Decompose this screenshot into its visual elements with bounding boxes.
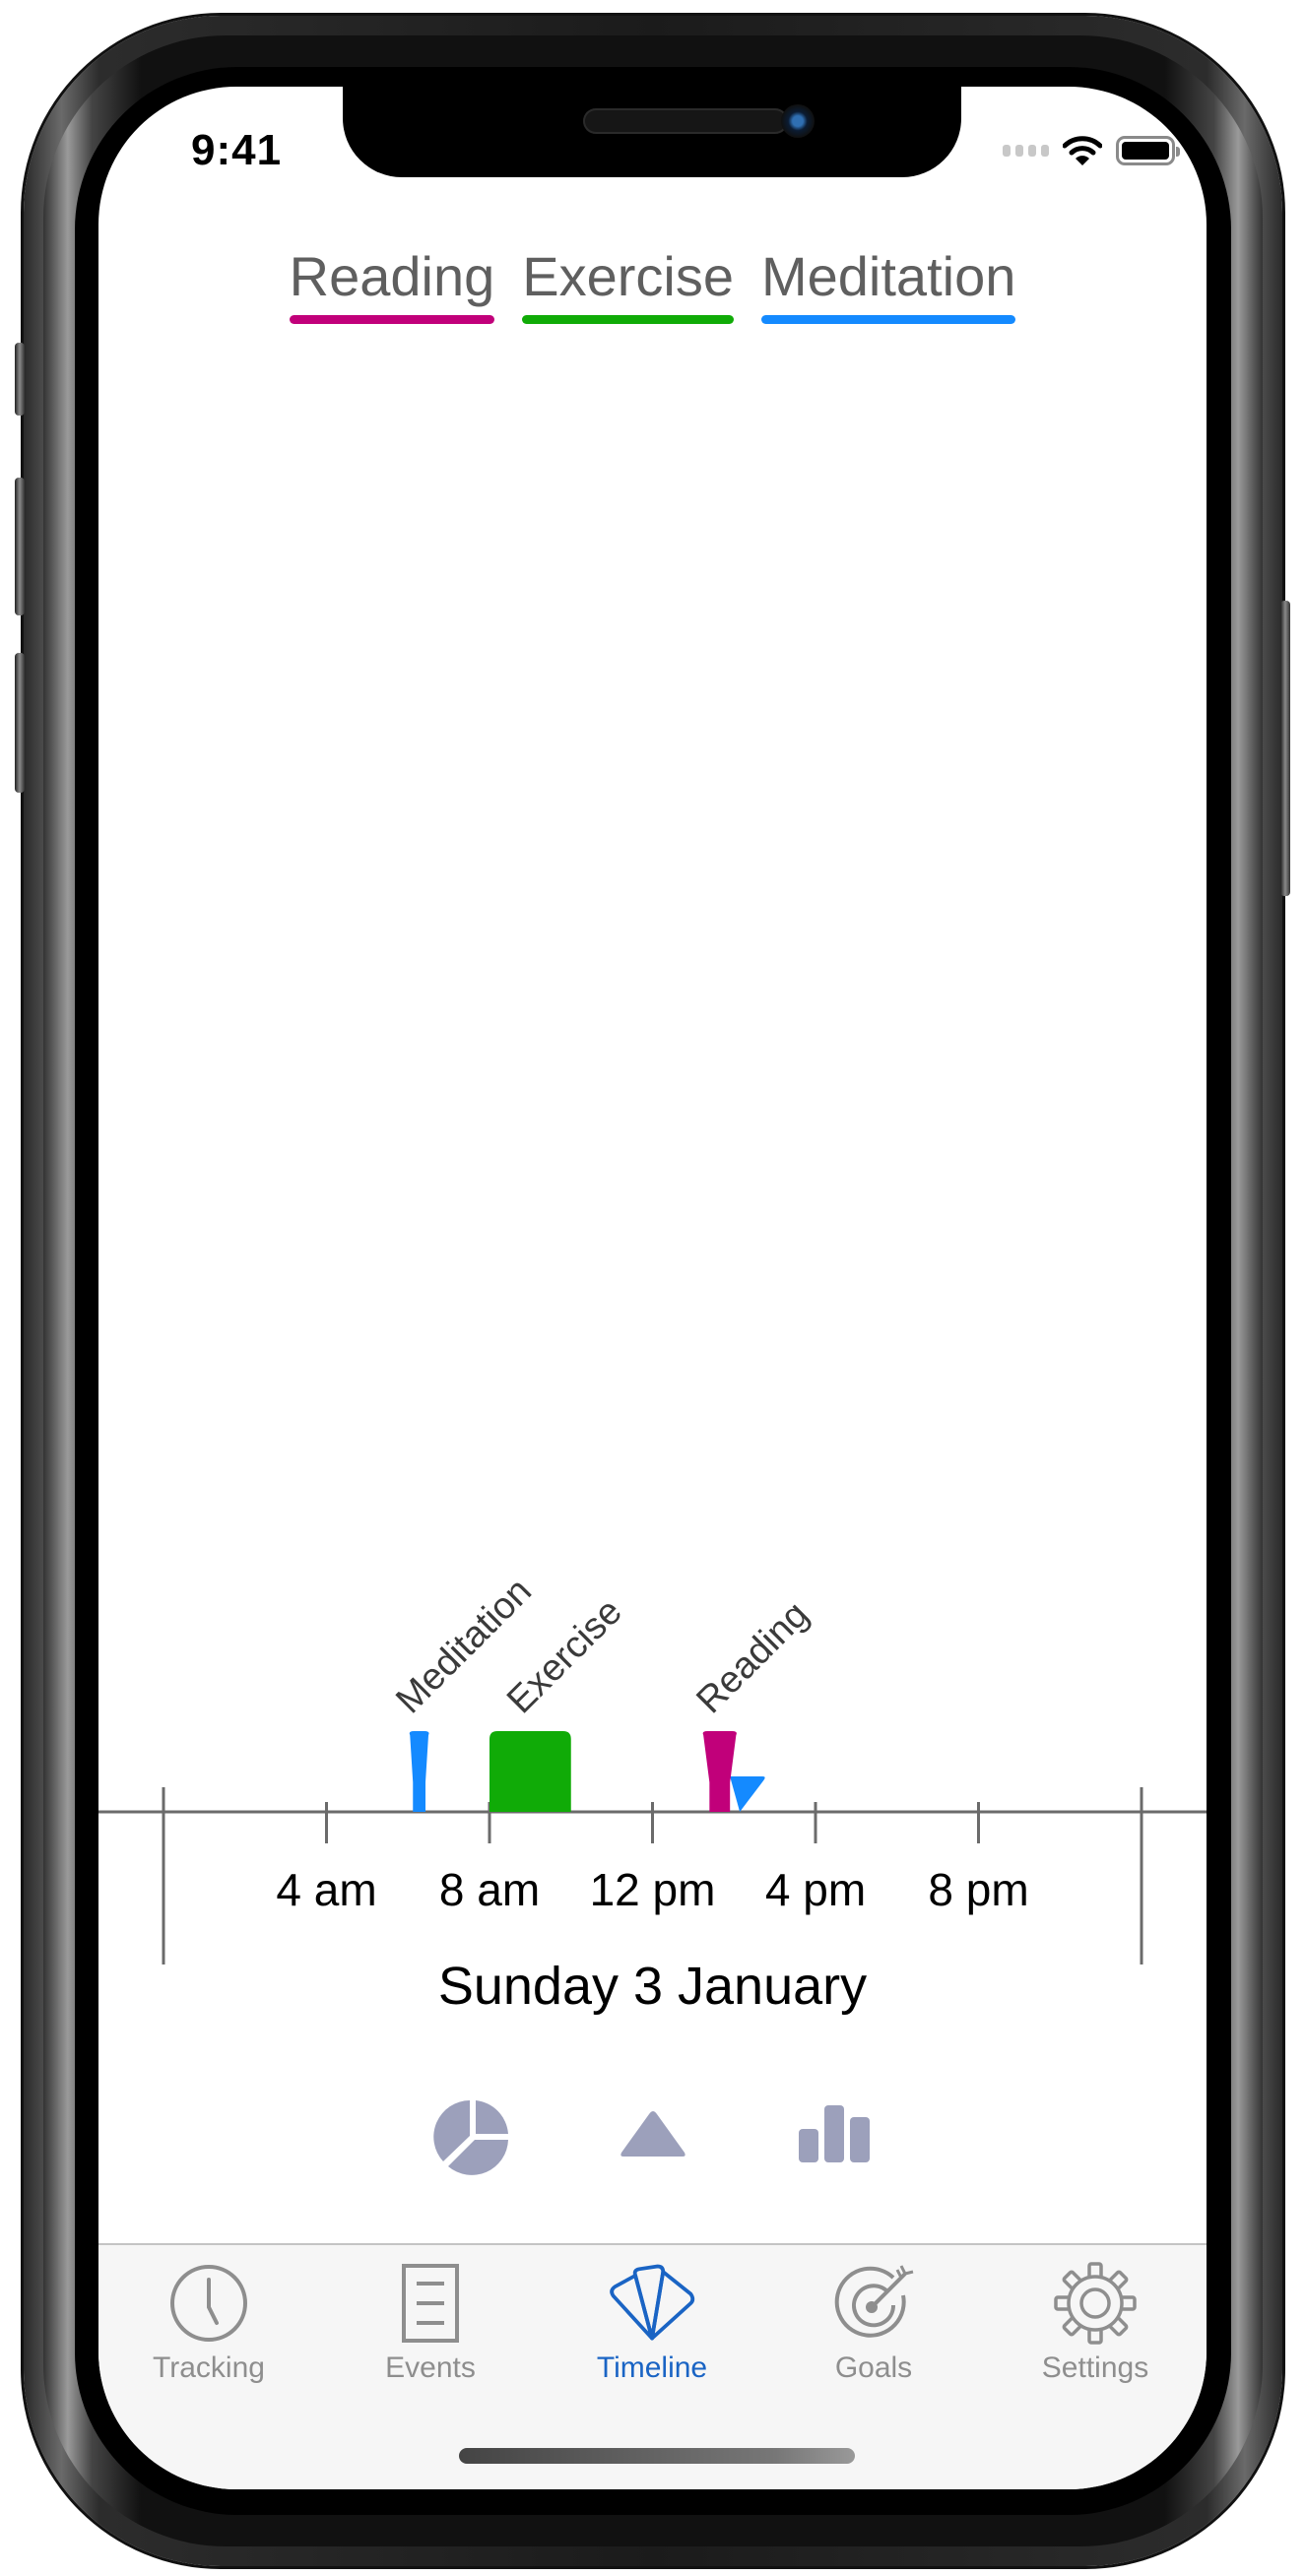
legend-label: Reading (289, 245, 495, 307)
legend-color-bar (289, 315, 495, 324)
list-icon (386, 2259, 475, 2348)
axis-tick-label: 4 am (276, 1864, 377, 1915)
silent-switch (15, 343, 25, 416)
axis-tick-label: 8 am (438, 1864, 541, 1915)
tab-label: Timeline (596, 2351, 708, 2384)
pie-chart-icon (433, 2100, 508, 2175)
speaker-grille (583, 108, 788, 134)
tab-goals[interactable]: Goals (785, 2259, 962, 2385)
legend-label: Exercise (522, 245, 734, 307)
wifi-icon (1063, 136, 1102, 165)
axis-tick-label: 4 pm (764, 1864, 867, 1915)
event-mark-exercise (489, 1731, 571, 1812)
tab-label: Settings (1041, 2351, 1149, 2384)
bar-chart-button[interactable] (783, 2088, 881, 2186)
event-mark-reading (702, 1731, 737, 1812)
volume-up-button (15, 478, 25, 615)
notch (343, 87, 961, 177)
timeline-svg: MeditationExercise Reading (98, 1571, 1207, 1964)
event-label: Reading (688, 1594, 816, 1722)
triangle-icon (620, 2111, 685, 2157)
legend-item-reading[interactable]: Reading (289, 244, 495, 324)
tab-label: Events (385, 2351, 476, 2384)
tab-events[interactable]: Events (342, 2259, 519, 2385)
event-label: Exercise (499, 1591, 630, 1722)
power-button (1280, 601, 1290, 896)
pie-chart-button[interactable] (424, 2088, 522, 2186)
home-indicator[interactable] (459, 2448, 855, 2464)
legend: Reading Exercise Meditation (98, 244, 1207, 324)
event-mark-meditation (409, 1731, 429, 1812)
status-time: 9:41 (191, 126, 283, 174)
battery-icon (1116, 136, 1180, 165)
front-camera (781, 104, 815, 138)
legend-item-meditation[interactable]: Meditation (760, 244, 1016, 324)
tab-label: Tracking (153, 2351, 265, 2384)
target-icon (829, 2259, 918, 2348)
date-label: Sunday 3 January (437, 1957, 868, 2016)
timeline-chart: Meditation Exercise Reading 4 am 8 am 12 pm 4… (98, 87, 1207, 2155)
chart-type-switcher (98, 2088, 1207, 2186)
timeline-chart-button[interactable] (604, 2088, 702, 2186)
clock-icon (164, 2259, 253, 2348)
event-mark-meditation (730, 1776, 765, 1812)
legend-color-bar (760, 315, 1016, 324)
tab-label: Goals (834, 2351, 913, 2384)
legend-color-bar (522, 315, 734, 324)
legend-label: Meditation (760, 245, 1016, 307)
legend-item-exercise[interactable]: Exercise (522, 244, 734, 324)
screen: 9:41 Reading Exercise Meditation Meditatio… (98, 87, 1207, 2489)
status-icons (1003, 134, 1180, 167)
bar-chart-icon (799, 2105, 870, 2162)
axis-tick-label: 8 pm (928, 1864, 1029, 1915)
event-label: Meditation (388, 1571, 540, 1722)
signal-icon (1003, 145, 1049, 157)
tab-tracking[interactable]: Tracking (120, 2259, 297, 2385)
tab-timeline[interactable]: Timeline (563, 2259, 741, 2385)
volume-down-button (15, 653, 25, 793)
gear-icon (1051, 2259, 1140, 2348)
axis-tick-label: 12 pm (589, 1864, 716, 1915)
timeline-icon (608, 2259, 696, 2348)
tab-settings[interactable]: Settings (1007, 2259, 1184, 2385)
